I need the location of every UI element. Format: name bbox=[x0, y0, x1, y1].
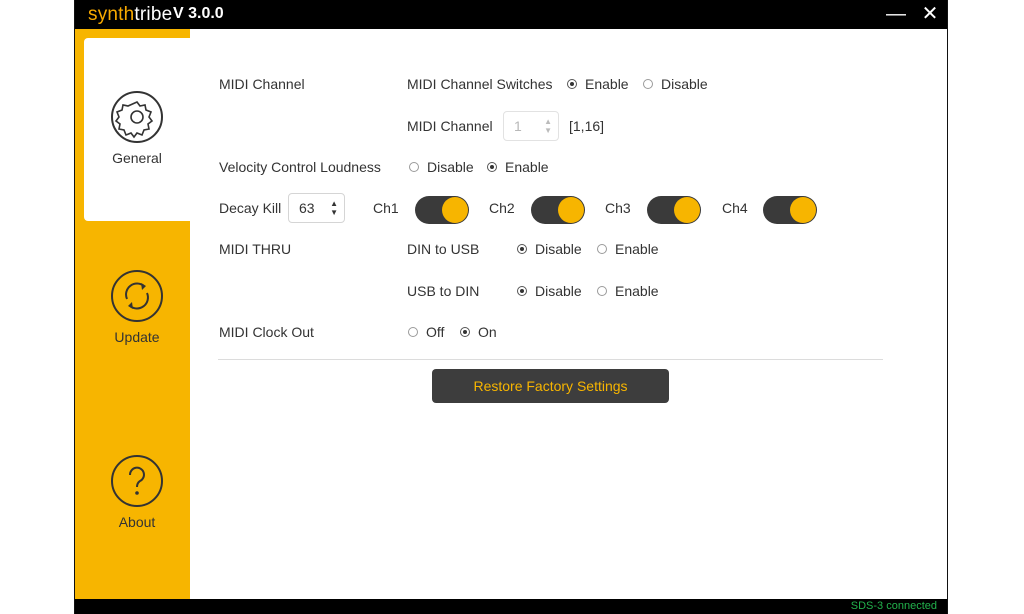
title-bar: synthtribe V 3.0.0 — ✕ bbox=[75, 0, 947, 29]
midi-channel-label: MIDI Channel bbox=[219, 76, 305, 92]
radio-dot bbox=[460, 327, 470, 337]
ch2-toggle[interactable] bbox=[531, 196, 585, 224]
midi-channel-switches-disable-radio[interactable]: Disable bbox=[643, 75, 708, 93]
din-to-usb-label: DIN to USB bbox=[407, 241, 480, 257]
brand-suffix: tribe bbox=[134, 4, 173, 25]
stepper-arrows-icon[interactable]: ▲ ▼ bbox=[330, 199, 338, 217]
decay-kill-stepper[interactable]: 63 ▲ ▼ bbox=[288, 193, 345, 223]
din-to-usb-disable-radio[interactable]: Disable bbox=[517, 240, 582, 258]
stepper-value: 63 bbox=[299, 200, 315, 216]
ch4-label: Ch4 bbox=[722, 200, 748, 216]
radio-label: Enable bbox=[615, 241, 659, 257]
radio-dot bbox=[517, 244, 527, 254]
midi-clock-on-radio[interactable]: On bbox=[460, 323, 497, 341]
midi-channel-switches-label: MIDI Channel Switches bbox=[407, 76, 553, 92]
velocity-disable-radio[interactable]: Disable bbox=[409, 158, 474, 176]
sidebar-item-label: General bbox=[112, 150, 162, 166]
stepper-value: 1 bbox=[514, 118, 522, 134]
radio-label: Enable bbox=[505, 159, 549, 175]
din-to-usb-enable-radio[interactable]: Enable bbox=[597, 240, 659, 258]
toggle-knob bbox=[558, 197, 584, 223]
radio-label: Off bbox=[426, 324, 445, 340]
ch3-label: Ch3 bbox=[605, 200, 631, 216]
radio-label: Disable bbox=[535, 241, 582, 257]
usb-to-din-enable-radio[interactable]: Enable bbox=[597, 282, 659, 300]
velocity-control-label: Velocity Control Loudness bbox=[219, 159, 381, 175]
gear-icon bbox=[111, 91, 163, 143]
app-version: V 3.0.0 bbox=[173, 5, 224, 22]
close-button[interactable]: ✕ bbox=[917, 2, 943, 26]
midi-clock-out-label: MIDI Clock Out bbox=[219, 324, 314, 340]
radio-dot bbox=[597, 244, 607, 254]
radio-dot bbox=[517, 286, 527, 296]
velocity-enable-radio[interactable]: Enable bbox=[487, 158, 549, 176]
sidebar-item-update[interactable]: Update bbox=[84, 269, 190, 369]
restore-factory-settings-button[interactable]: Restore Factory Settings bbox=[432, 369, 669, 403]
midi-channel-range: [1,16] bbox=[569, 118, 605, 134]
sidebar-item-label: Update bbox=[114, 329, 160, 345]
ch1-label: Ch1 bbox=[373, 200, 399, 216]
toggle-knob bbox=[674, 197, 700, 223]
radio-label: Disable bbox=[661, 76, 708, 92]
sidebar-item-label: About bbox=[118, 514, 156, 530]
radio-dot bbox=[409, 162, 419, 172]
sidebar-item-general[interactable]: General bbox=[84, 38, 190, 221]
minimize-button[interactable]: — bbox=[883, 2, 909, 26]
radio-label: On bbox=[478, 324, 497, 340]
radio-dot bbox=[643, 79, 653, 89]
sidebar: General Update About bbox=[75, 29, 190, 599]
toggle-knob bbox=[790, 197, 816, 223]
connection-status: SDS-3 connected bbox=[850, 600, 937, 612]
divider bbox=[218, 359, 883, 360]
radio-label: Enable bbox=[585, 76, 629, 92]
midi-channel-number-label: MIDI Channel bbox=[407, 118, 493, 134]
radio-label: Disable bbox=[427, 159, 474, 175]
midi-channel-stepper[interactable]: 1 ▲ ▼ bbox=[503, 111, 559, 141]
ch3-toggle[interactable] bbox=[647, 196, 701, 224]
midi-channel-switches-enable-radio[interactable]: Enable bbox=[567, 75, 629, 93]
radio-label: Disable bbox=[535, 283, 582, 299]
status-bar: SDS-3 connected bbox=[75, 599, 947, 614]
app-window: synthtribe V 3.0.0 — ✕ General Update Ab… bbox=[74, 0, 948, 614]
toggle-knob bbox=[442, 197, 468, 223]
midi-thru-label: MIDI THRU bbox=[219, 241, 292, 257]
radio-dot bbox=[408, 327, 418, 337]
ch4-toggle[interactable] bbox=[763, 196, 817, 224]
usb-to-din-disable-radio[interactable]: Disable bbox=[517, 282, 582, 300]
radio-dot bbox=[597, 286, 607, 296]
radio-dot bbox=[567, 79, 577, 89]
usb-to-din-label: USB to DIN bbox=[407, 283, 480, 299]
decay-kill-label: Decay Kill bbox=[219, 200, 282, 216]
brand-prefix: synth bbox=[88, 4, 135, 25]
sidebar-item-about[interactable]: About bbox=[84, 454, 190, 554]
refresh-icon bbox=[111, 270, 163, 322]
ch2-label: Ch2 bbox=[489, 200, 515, 216]
question-icon bbox=[111, 455, 163, 507]
radio-label: Enable bbox=[615, 283, 659, 299]
app-logo: synthtribe bbox=[88, 4, 172, 26]
ch1-toggle[interactable] bbox=[415, 196, 469, 224]
midi-clock-off-radio[interactable]: Off bbox=[408, 323, 444, 341]
stepper-arrows-icon[interactable]: ▲ ▼ bbox=[544, 117, 552, 135]
radio-dot bbox=[487, 162, 497, 172]
